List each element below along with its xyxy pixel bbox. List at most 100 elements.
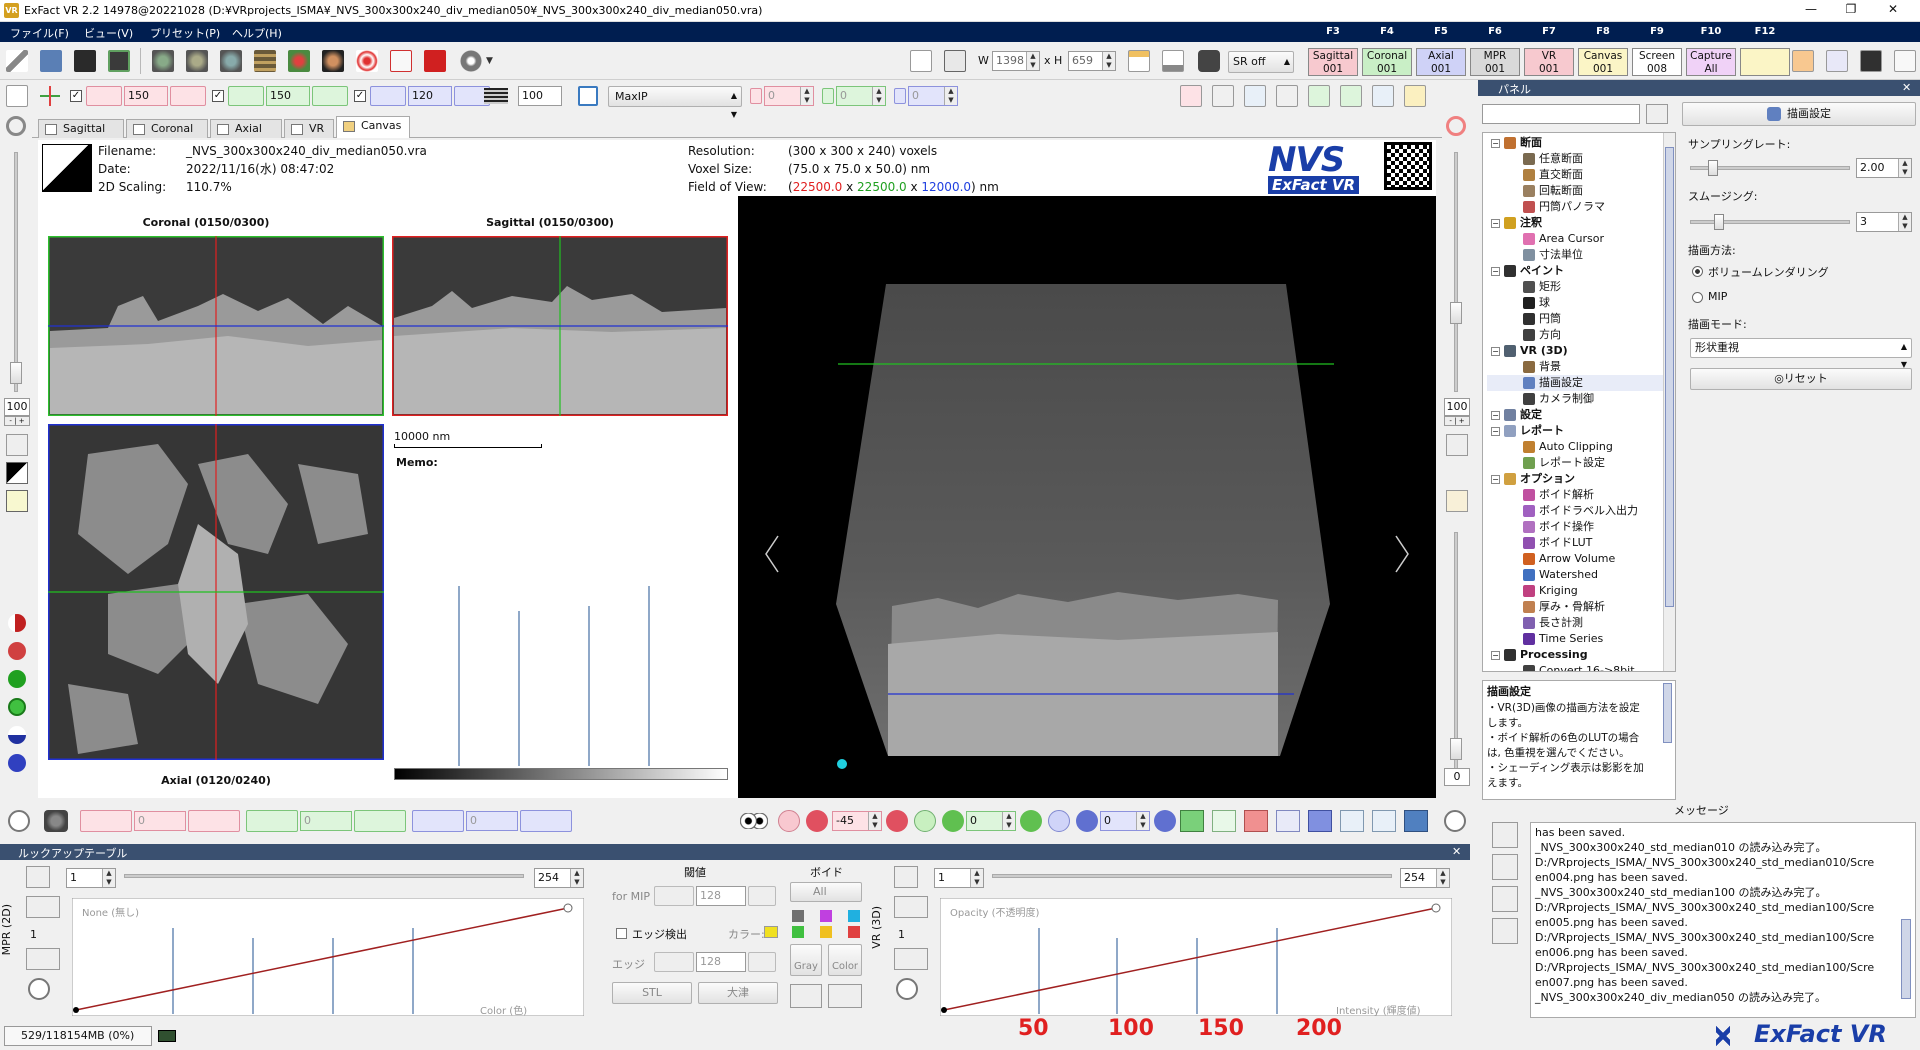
open-folder-icon[interactable] <box>40 50 62 72</box>
message-down-icon[interactable] <box>1492 918 1518 944</box>
tree-item[interactable]: Convert 16->8bit <box>1487 663 1635 671</box>
green-circle2-icon[interactable] <box>8 698 26 716</box>
pink-value-input[interactable]: 0 ▲ ▼ <box>764 86 814 106</box>
lut-right-min-input[interactable]: 1 ▲ ▼ <box>934 868 984 888</box>
fkey-button-f3[interactable]: Sagittal 001 <box>1308 48 1358 76</box>
tree-expander-icon[interactable]: − <box>1491 218 1500 228</box>
tree-expander-icon[interactable]: − <box>1491 426 1500 436</box>
coronal-checkbox[interactable]: ✓ <box>212 90 224 102</box>
coronal-view[interactable] <box>48 236 384 416</box>
axial-step-icon[interactable] <box>370 86 406 106</box>
tree-item[interactable]: Area Cursor <box>1487 231 1604 247</box>
lut-left-icon[interactable] <box>26 866 50 888</box>
tree-item[interactable]: − ペイント <box>1487 263 1564 279</box>
blue-value-input[interactable]: 0 ▲ ▼ <box>908 86 958 106</box>
home-icon[interactable] <box>1894 50 1916 72</box>
left-zoom-thumb[interactable] <box>10 362 22 384</box>
vr-tool-icon-8[interactable] <box>1404 85 1426 107</box>
volume-icon-2[interactable] <box>186 50 208 72</box>
crosshair-icon[interactable] <box>40 86 60 106</box>
void-swatch-6[interactable] <box>848 926 860 938</box>
tree-item[interactable]: ボイドラベル入出力 <box>1487 503 1638 519</box>
message-up-icon[interactable] <box>1492 822 1518 848</box>
angle-input[interactable]: -45 ▲ ▼ <box>832 811 882 831</box>
blue-rotate-input[interactable]: 0 ▲ ▼ <box>1100 811 1150 831</box>
nav-green-up-icon[interactable] <box>1180 810 1204 832</box>
lut-right-folder-icon[interactable] <box>894 896 928 918</box>
lut-left-reset-icon[interactable] <box>28 978 50 1000</box>
tree-expander-icon[interactable]: − <box>1491 266 1500 276</box>
vr-view[interactable] <box>738 196 1436 798</box>
face-icon[interactable] <box>322 50 344 72</box>
sagittal-step2-icon[interactable] <box>170 86 206 106</box>
tab-canvas[interactable]: Canvas <box>336 116 410 138</box>
nav-down-icon[interactable] <box>1308 810 1332 832</box>
panel-search-input[interactable] <box>1482 104 1640 124</box>
menu-preset[interactable]: プリセット(P) <box>150 25 220 41</box>
tree-item[interactable]: − 断面 <box>1487 135 1542 151</box>
coronal-step2-icon[interactable] <box>312 86 348 106</box>
red-circle-icon[interactable] <box>8 642 26 660</box>
camera-icon[interactable] <box>1198 50 1220 72</box>
sagittal-view[interactable] <box>392 236 728 416</box>
lut-chart-icon-1[interactable] <box>790 984 822 1008</box>
tab-sagittal[interactable]: Sagittal <box>38 119 124 138</box>
layout-icon[interactable] <box>1128 50 1150 72</box>
lut-left-range-slider[interactable] <box>124 874 524 878</box>
lut-right-max-input[interactable]: 254 ▲ ▼ <box>1400 868 1450 888</box>
right-fit-icon[interactable] <box>1446 434 1468 456</box>
save-as-icon[interactable] <box>108 50 130 72</box>
flower-icon[interactable] <box>288 50 310 72</box>
tree-item[interactable]: 寸法単位 <box>1487 247 1583 263</box>
vr-tool-icon-4[interactable] <box>1276 85 1298 107</box>
bottom-blue-step[interactable] <box>412 810 464 832</box>
target-icon[interactable] <box>356 50 378 72</box>
formip-step-icon[interactable] <box>654 886 694 906</box>
tree-item[interactable]: 任意断面 <box>1487 151 1583 167</box>
gear-icon[interactable] <box>460 50 482 72</box>
volume-icon-3[interactable] <box>220 50 242 72</box>
tree-scroll-thumb[interactable] <box>1665 147 1674 607</box>
smoothing-thumb[interactable] <box>1714 214 1724 230</box>
bottom-green-step[interactable] <box>246 810 298 832</box>
void-gray-button[interactable]: Gray <box>790 944 822 976</box>
tree-item[interactable]: − Processing <box>1487 647 1588 663</box>
sr-select[interactable]: SR off ▲ <box>1228 51 1294 73</box>
vr-tool-icon-5[interactable] <box>1308 85 1330 107</box>
sagittal-checkbox[interactable]: ✓ <box>70 90 82 102</box>
gear-dropdown-icon[interactable]: ▼ <box>486 56 493 66</box>
green-value-input[interactable]: 0 ▲ ▼ <box>836 86 886 106</box>
blue-rotate3-icon[interactable] <box>1154 810 1176 832</box>
width-input[interactable]: 1398 ▲ ▼ <box>992 51 1040 71</box>
edge-input[interactable]: 128 <box>696 952 746 972</box>
tree-item[interactable]: 描画設定 <box>1487 375 1663 391</box>
lut-right-icon[interactable] <box>894 866 918 888</box>
tree-expander-icon[interactable]: − <box>1491 138 1500 148</box>
tab-axial[interactable]: Axial <box>210 119 282 138</box>
maximize-button[interactable]: ❐ <box>1836 2 1866 16</box>
vr-tool-icon-3[interactable] <box>1244 85 1266 107</box>
lut-chart-icon-2[interactable] <box>828 984 862 1008</box>
green-color-swatch[interactable] <box>822 88 834 104</box>
tree-item[interactable]: 背景 <box>1487 359 1561 375</box>
left-zoom-stepper[interactable]: - | + <box>4 416 30 426</box>
lut-close-icon[interactable]: ✕ <box>1452 845 1461 858</box>
tree-item[interactable]: カメラ制御 <box>1487 391 1594 407</box>
fkey-button-f10[interactable]: Capture All <box>1686 48 1736 76</box>
void-swatch-3[interactable] <box>848 910 860 922</box>
message-scroll-thumb[interactable] <box>1901 919 1911 999</box>
chart-icon[interactable] <box>1826 50 1848 72</box>
fit-window-icon[interactable] <box>944 50 966 72</box>
blue-color-swatch[interactable] <box>894 88 906 104</box>
fkey-button-f12[interactable] <box>1740 48 1790 76</box>
tree-item[interactable]: レポート設定 <box>1487 455 1605 471</box>
thickness-icon[interactable] <box>484 88 508 104</box>
axial-view[interactable] <box>48 424 384 760</box>
eyes-icon[interactable] <box>740 813 768 829</box>
menu-help[interactable]: ヘルプ(H) <box>232 25 282 41</box>
green-circle-icon[interactable] <box>8 670 26 688</box>
void-swatch-2[interactable] <box>820 910 832 922</box>
otsu-button[interactable]: 大津 <box>698 982 778 1004</box>
desc-scroll-thumb[interactable] <box>1663 683 1672 743</box>
lut-left-chart[interactable] <box>72 898 584 1016</box>
